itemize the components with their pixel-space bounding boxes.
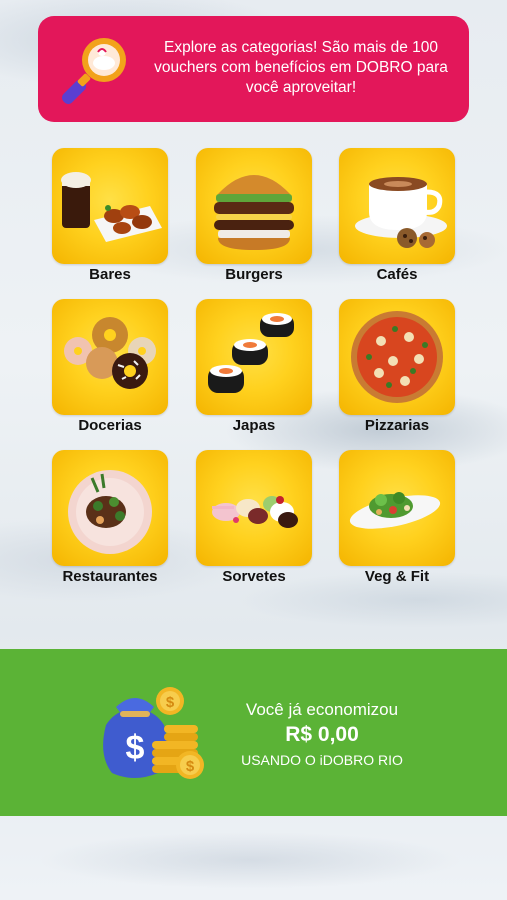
category-tile[interactable]	[196, 450, 312, 566]
svg-text:$: $	[186, 758, 195, 775]
category-tile[interactable]	[339, 450, 455, 566]
category-label: Pizzarias	[364, 417, 430, 434]
savings-amount: R$ 0,00	[285, 723, 359, 746]
category-docerias[interactable]: Docerias	[52, 299, 172, 439]
salad-icon	[349, 492, 441, 529]
svg-text:$: $	[166, 694, 175, 711]
category-tile[interactable]	[339, 148, 455, 264]
money-bag-icon: $ $ $	[103, 687, 204, 779]
savings-panel: $ $ $ Você já economizou R$ 0,00 USANDO …	[0, 649, 507, 816]
plated-dish-icon	[68, 470, 152, 554]
category-sorvetes[interactable]: Sorvetes	[196, 450, 316, 590]
category-cafes[interactable]: Cafés	[339, 148, 459, 288]
category-label: Japas	[232, 417, 276, 434]
category-tile[interactable]	[52, 148, 168, 264]
category-japas[interactable]: Japas	[196, 299, 316, 439]
category-restaurantes[interactable]: Restaurantes	[52, 450, 172, 590]
category-label: Docerias	[78, 417, 142, 434]
category-label: Bares	[89, 266, 131, 283]
burger-icon	[214, 175, 294, 250]
category-burgers[interactable]: Burgers	[196, 148, 316, 288]
category-label: Burgers	[225, 266, 283, 283]
savings-subtitle: USANDO O iDOBRO RIO	[241, 752, 403, 768]
donuts-icon	[64, 317, 156, 389]
category-label: Restaurantes	[62, 568, 158, 585]
beer-and-wings-icon	[61, 172, 162, 242]
sushi-icon	[208, 313, 294, 393]
category-tile[interactable]	[196, 299, 312, 415]
category-tile[interactable]	[52, 450, 168, 566]
ice-cream-icon	[212, 496, 298, 528]
category-grid: Bares Burgers Cafés Docerias Japas Pizza…	[0, 0, 507, 640]
category-label: Veg & Fit	[364, 568, 430, 585]
svg-text:$: $	[126, 729, 145, 767]
category-bares[interactable]: Bares	[52, 148, 172, 288]
category-tile[interactable]	[196, 148, 312, 264]
category-label: Sorvetes	[222, 568, 286, 585]
category-label: Cafés	[376, 266, 418, 283]
category-pizzarias[interactable]: Pizzarias	[339, 299, 459, 439]
category-tile[interactable]	[339, 299, 455, 415]
pizza-icon	[351, 311, 443, 403]
savings-title: Você já economizou	[245, 700, 399, 719]
category-tile[interactable]	[52, 299, 168, 415]
coffee-cup-icon	[355, 177, 447, 248]
category-veg-fit[interactable]: Veg & Fit	[339, 450, 459, 590]
